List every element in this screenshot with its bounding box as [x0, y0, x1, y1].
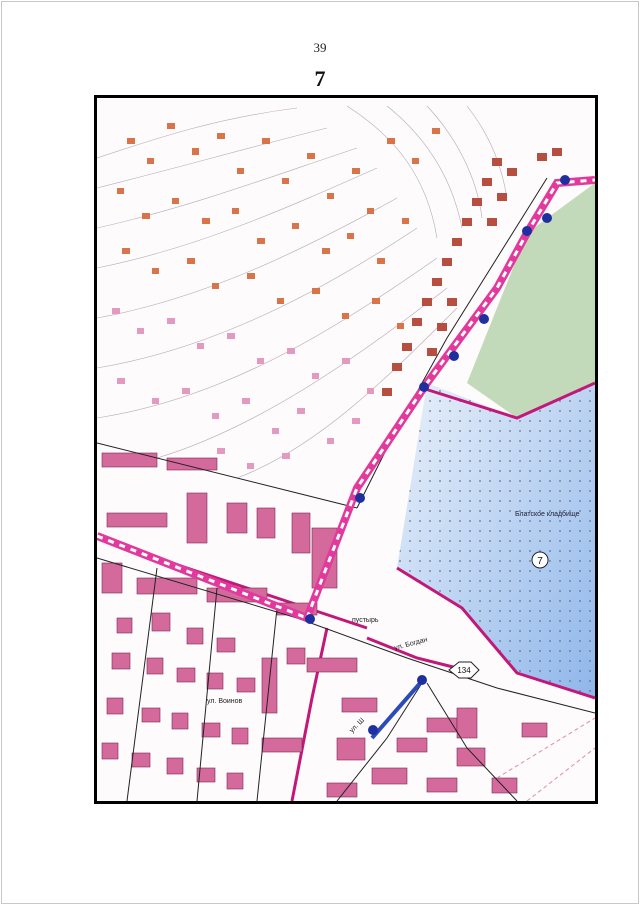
route-node — [417, 675, 427, 685]
marker-7: 7 — [531, 551, 549, 569]
marker-134-label: 134 — [457, 666, 471, 675]
street-bogdan-label: ул. Богдан — [394, 636, 429, 652]
marker-7-label: 7 — [537, 556, 543, 567]
marker-134: 134 — [448, 661, 480, 679]
route-node — [479, 314, 489, 324]
street-voinov-label: ул. Воинов — [207, 698, 243, 705]
route-node — [542, 213, 552, 223]
route-node — [522, 226, 532, 236]
map-canvas: 7 134 Блатское кладбище пустырь ул. Богд… — [97, 105, 595, 801]
wasteland-label: пустырь — [352, 617, 379, 624]
route-node — [368, 725, 378, 735]
street-sh-label: ул. Ш — [348, 717, 366, 735]
cemetery-label: Блатское кладбище — [515, 510, 580, 518]
route-node — [449, 351, 459, 361]
page-number: 39 — [313, 40, 327, 55]
sheet-number: 7 — [314, 66, 326, 91]
rural-houses — [112, 123, 440, 469]
cemetery-dots — [397, 383, 595, 698]
route-node — [419, 382, 429, 392]
route-node — [355, 493, 365, 503]
route-node — [560, 175, 570, 185]
route-node — [305, 614, 315, 624]
map-frame: 7 134 Блатское кладбище пустырь ул. Богд… — [94, 95, 598, 804]
